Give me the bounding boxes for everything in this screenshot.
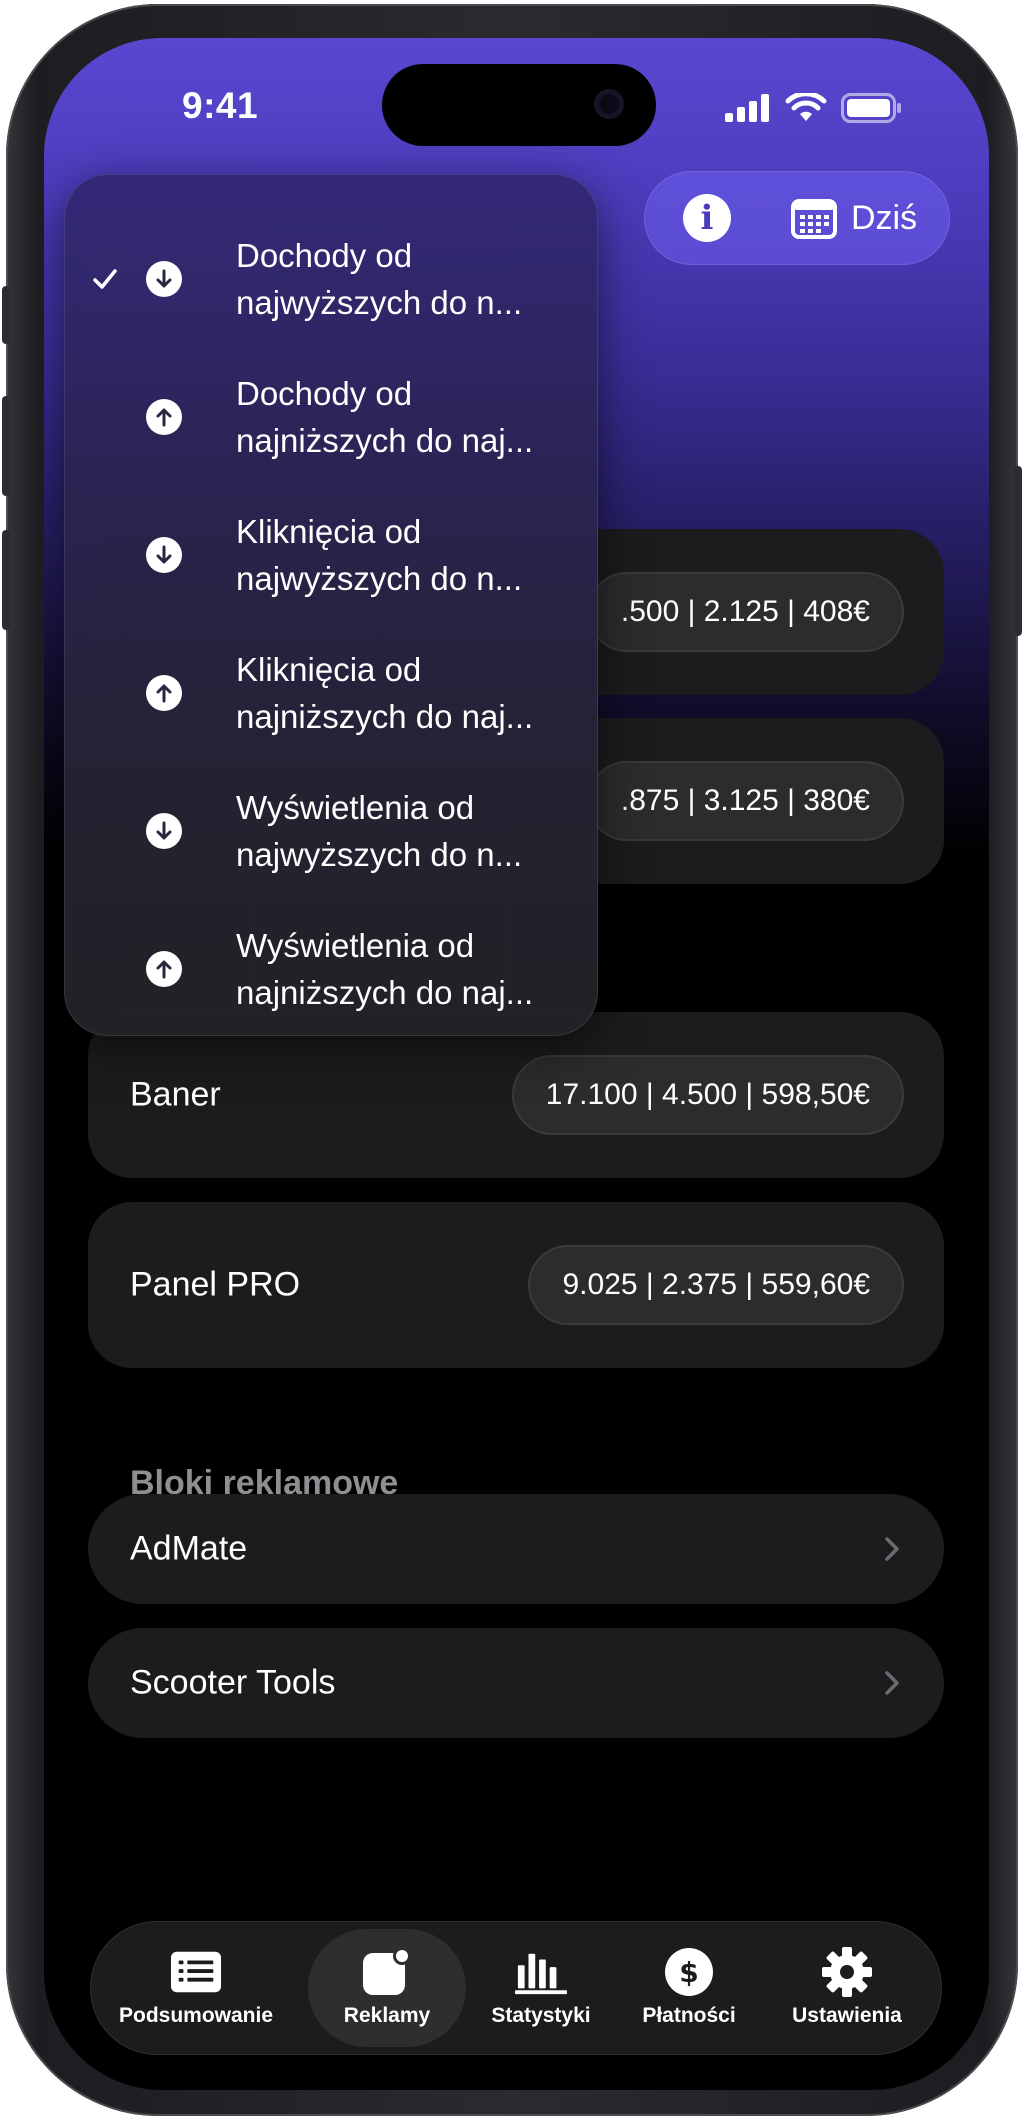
arrow-up-circle-icon	[146, 951, 182, 987]
sort-menu: Dochody od najwyższych do n... Dochody o…	[64, 174, 598, 1036]
tab-ustawienia[interactable]: Ustawienia	[772, 1929, 922, 2047]
date-filter-button[interactable]: Dziś	[791, 189, 917, 247]
tab-statystyki[interactable]: Statystyki	[476, 1929, 606, 2047]
wifi-icon	[785, 93, 827, 121]
ad-block-row-scooter-tools[interactable]: Scooter Tools	[88, 1628, 944, 1738]
ad-card-name: Baner	[130, 1075, 221, 1114]
sort-option-label: Dochody od najniższych do naj...	[236, 375, 534, 459]
sort-option-label: Dochody od najwyższych do n...	[236, 237, 523, 321]
ad-card-name: Panel PRO	[130, 1265, 301, 1304]
ad-block-label: Scooter Tools	[130, 1663, 336, 1702]
tab-label: Statystyki	[491, 2004, 591, 2027]
ad-card-panel-pro[interactable]: Panel PRO 9.025 | 2.375 | 559,60€	[88, 1202, 944, 1368]
ad-card-stats: 9.025 | 2.375 | 559,60€	[528, 1245, 904, 1325]
chevron-right-icon	[885, 1537, 899, 1561]
header-actions: i Dziś	[644, 171, 950, 265]
arrow-up-circle-icon	[146, 675, 182, 711]
tab-label: Płatności	[642, 2004, 736, 2027]
status-time: 9:41	[182, 85, 259, 126]
ads-icon	[361, 1947, 413, 1996]
tab-bar: Podsumowanie Reklamy Statystyki $ Płatno…	[90, 1921, 942, 2055]
gear-icon	[821, 1947, 873, 1997]
sort-option-label: Kliknięcia od najwyższych do n...	[236, 513, 523, 597]
svg-text:$: $	[679, 1956, 698, 1989]
tab-reklamy[interactable]: Reklamy	[308, 1929, 466, 2047]
sort-option-label: Wyświetlenia od najwyższych do n...	[236, 789, 523, 873]
volume-up-button	[2, 396, 10, 496]
ad-block-row-admate[interactable]: AdMate	[88, 1494, 944, 1604]
info-icon[interactable]: i	[683, 194, 731, 242]
tab-label: Ustawienia	[792, 2004, 902, 2027]
sort-option-clicks-desc[interactable]: Kliknięcia od najwyższych do n...	[64, 486, 598, 624]
ad-card-stats: .500 | 2.125 | 408€	[586, 572, 904, 652]
status-icons	[725, 88, 903, 128]
date-label: Dziś	[851, 198, 918, 237]
arrow-down-circle-icon	[146, 813, 182, 849]
calendar-icon	[791, 199, 837, 239]
arrow-down-circle-icon	[146, 537, 182, 573]
arrow-down-circle-icon	[146, 261, 182, 297]
arrow-up-circle-icon	[146, 399, 182, 435]
sort-option-label: Wyświetlenia od najniższych do naj...	[236, 927, 534, 1011]
ad-block-label: AdMate	[130, 1529, 248, 1568]
checkmark-icon	[93, 269, 117, 289]
power-button	[1014, 466, 1022, 636]
ad-card-stats: 17.100 | 4.500 | 598,50€	[511, 1055, 904, 1135]
bar-chart-icon	[515, 1948, 567, 1996]
tab-label: Reklamy	[343, 2004, 431, 2027]
list-icon	[170, 1948, 222, 1996]
screen: 9:41 i Dziś .500 | 2.125 | 408€ .875 | 3…	[44, 38, 989, 2090]
tab-podsumowanie[interactable]: Podsumowanie	[112, 1929, 280, 2047]
phone-frame: 9:41 i Dziś .500 | 2.125 | 408€ .875 | 3…	[2, 4, 1022, 2116]
sort-option-revenue-desc[interactable]: Dochody od najwyższych do n...	[64, 210, 598, 348]
battery-icon	[841, 93, 901, 123]
sort-option-views-asc[interactable]: Wyświetlenia od najniższych do naj...	[64, 900, 598, 1038]
volume-down-button	[2, 530, 10, 630]
action-button	[2, 286, 10, 344]
chevron-right-icon	[885, 1671, 899, 1695]
camera-icon	[594, 89, 624, 119]
sort-option-clicks-asc[interactable]: Kliknięcia od najniższych do naj...	[64, 624, 598, 762]
sort-option-label: Kliknięcia od najniższych do naj...	[236, 651, 534, 735]
signal-icon	[725, 94, 769, 122]
sort-option-revenue-asc[interactable]: Dochody od najniższych do naj...	[64, 348, 598, 486]
tab-label: Podsumowanie	[118, 2004, 274, 2027]
sort-option-views-desc[interactable]: Wyświetlenia od najwyższych do n...	[64, 762, 598, 900]
ad-card-stats: .875 | 3.125 | 380€	[586, 761, 904, 841]
dollar-icon: $	[663, 1948, 715, 1996]
tab-platnosci[interactable]: $ Płatności	[624, 1929, 754, 2047]
